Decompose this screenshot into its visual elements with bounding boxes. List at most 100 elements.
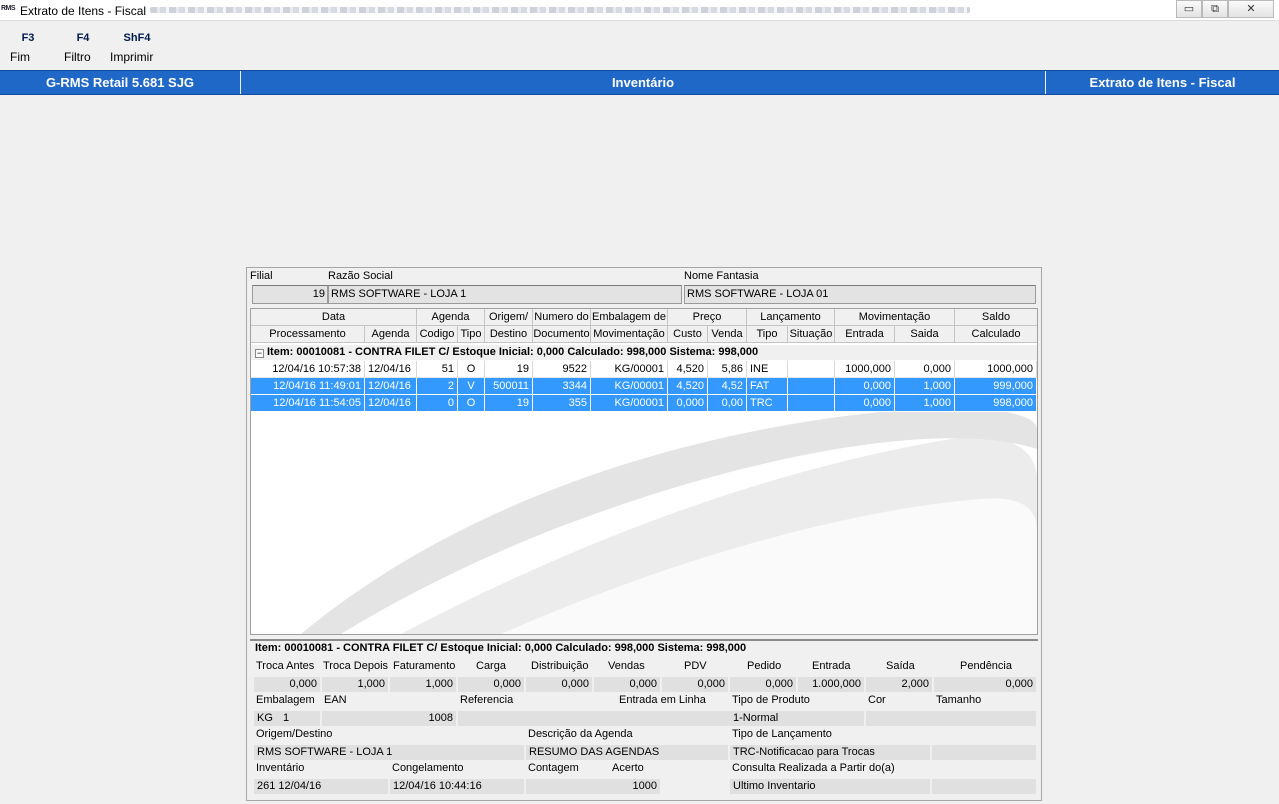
tipo-lancamento-value: TRC-Notificacao para Trocas [730, 745, 930, 760]
col-tipo[interactable]: Tipo [458, 326, 485, 343]
col-venda[interactable]: Venda [708, 326, 747, 343]
filtro-button[interactable]: F4 Filtro [64, 32, 102, 64]
faturamento-label: Faturamento [393, 660, 456, 672]
razao-social-field[interactable]: RMS SOFTWARE - LOJA 1 [328, 285, 682, 304]
col-processamento[interactable]: Processamento [251, 326, 365, 343]
filial-field[interactable]: 19 [252, 285, 328, 304]
filtro-key: F4 [76, 32, 90, 44]
pdv-label: PDV [684, 660, 707, 672]
col-calculado[interactable]: Calculado [955, 326, 1037, 343]
cell-lanc-tipo: TRC [747, 395, 788, 412]
cell-tipo: O [458, 361, 485, 378]
pendencia-label: Pendência [960, 660, 1012, 672]
grid-header-top: Data Agenda Origem/ Numero do Embalagem … [251, 309, 1037, 326]
cell-situacao [788, 361, 835, 378]
cell-processamento: 12/04/16 11:49:01 [251, 378, 365, 395]
ean-label: EAN [324, 694, 347, 706]
col-lanc-tipo[interactable]: Tipo [747, 326, 788, 343]
cell-venda: 0,00 [708, 395, 747, 412]
table-row-selected[interactable]: 12/04/16 11:54:05 12/04/16 0 O 19 355 KG… [251, 395, 1037, 412]
cell-agenda: 12/04/16 [365, 361, 417, 378]
cell-saida: 1,000 [895, 378, 955, 395]
congelamento-label: Congelamento [392, 762, 464, 774]
cell-custo: 0,000 [668, 395, 708, 412]
cell-entrada: 0,000 [835, 378, 895, 395]
cell-tipo: V [458, 378, 485, 395]
col-group-saldo: Saldo [981, 311, 1011, 323]
table-row[interactable]: 12/04/16 10:57:38 12/04/16 51 O 19 9522 … [251, 361, 1037, 378]
origem-destino-value: RMS SOFTWARE - LOJA 1 [254, 745, 524, 760]
col-destino[interactable]: Destino [485, 326, 533, 343]
cell-lanc-tipo: INE [747, 361, 788, 378]
pedido-value: 0,000 [730, 677, 796, 692]
cell-documento: 9522 [533, 361, 591, 378]
cor-label: Cor [868, 694, 886, 706]
carga-label: Carga [476, 660, 506, 672]
cell-codigo: 2 [417, 378, 458, 395]
col-documento[interactable]: Documento [533, 326, 591, 343]
col-codigo[interactable]: Codigo [417, 326, 458, 343]
col-situacao[interactable]: Situação [788, 326, 835, 343]
table-row-selected[interactable]: 12/04/16 11:49:01 12/04/16 2 V 500011 33… [251, 378, 1037, 395]
cell-documento: 355 [533, 395, 591, 412]
fim-label: Fim [10, 50, 30, 64]
saida-label: Saída [886, 660, 915, 672]
entrada-value: 1.000,000 [798, 677, 864, 692]
ean-value: 1008 [322, 711, 456, 726]
cell-destino: 19 [485, 361, 533, 378]
restore-button[interactable]: ⧉ [1202, 0, 1228, 18]
nome-fantasia-field[interactable]: RMS SOFTWARE - LOJA 01 [684, 285, 1036, 304]
descricao-agenda-label: Descrição da Agenda [528, 728, 633, 740]
carga-value: 0,000 [458, 677, 524, 692]
imprimir-label: Imprimir [110, 50, 154, 64]
item-group-label: Item: 00010081 - CONTRA FILET C/ Estoque… [267, 346, 759, 358]
header-bar: G-RMS Retail 5.681 SJG Inventário Extrat… [0, 70, 1279, 95]
summary-title: Item: 00010081 - CONTRA FILET C/ Estoque… [255, 642, 747, 654]
cell-destino: 19 [485, 395, 533, 412]
cell-embalagem: KG/00001 [591, 378, 668, 395]
embalagem-label: Embalagem [256, 694, 315, 706]
imprimir-button[interactable]: ShF4 Imprimir [110, 32, 164, 64]
col-saida[interactable]: Saida [895, 326, 955, 343]
tipo-lancamento-label: Tipo de Lançamento [732, 728, 832, 740]
troca-antes-value: 0,000 [254, 677, 320, 692]
cell-processamento: 12/04/16 10:57:38 [251, 361, 365, 378]
distribuicao-label: Distribuição [531, 660, 589, 672]
cell-embalagem: KG/00001 [591, 395, 668, 412]
col-custo[interactable]: Custo [668, 326, 708, 343]
referencia-label: Referencia [460, 694, 514, 706]
item-summary: Item: 00010081 - CONTRA FILET C/ Estoque… [250, 639, 1038, 794]
cell-situacao [788, 378, 835, 395]
col-agenda[interactable]: Agenda [365, 326, 417, 343]
col-group-lancamento: Lançamento [747, 309, 835, 326]
pdv-value: 0,000 [662, 677, 728, 692]
col-movimentacao[interactable]: Movimentação [591, 326, 668, 343]
vendas-label: Vendas [608, 660, 645, 672]
contagem-label: Contagem [528, 762, 579, 774]
title-bar: RMS Extrato de Itens - Fiscal ▭ ⧉ ✕ [0, 0, 1279, 21]
cell-agenda: 12/04/16 [365, 378, 417, 395]
saida-value: 2,000 [866, 677, 932, 692]
cell-agenda: 12/04/16 [365, 395, 417, 412]
item-group-row[interactable]: − Item: 00010081 - CONTRA FILET C/ Estoqu… [251, 345, 1037, 360]
collapse-icon[interactable]: − [255, 349, 264, 358]
cell-custo: 4,520 [668, 378, 708, 395]
item-statement-grid[interactable]: Data Agenda Origem/ Numero do Embalagem … [250, 308, 1038, 635]
col-group-agenda: Agenda [417, 309, 485, 326]
faturamento-value: 1,000 [390, 677, 456, 692]
cell-entrada: 1000,000 [835, 361, 895, 378]
blurred-title-info [150, 7, 970, 13]
cell-saida: 0,000 [895, 361, 955, 378]
minimize-button[interactable]: ▭ [1176, 0, 1202, 18]
close-button[interactable]: ✕ [1228, 0, 1274, 18]
cell-documento: 3344 [533, 378, 591, 395]
cell-situacao [788, 395, 835, 412]
cell-calculado: 999,000 [955, 378, 1037, 395]
filtro-label: Filtro [64, 50, 91, 64]
col-entrada[interactable]: Entrada [835, 326, 895, 343]
razao-social-label: Razão Social [328, 270, 393, 282]
cell-embalagem: KG/00001 [591, 361, 668, 378]
fim-button[interactable]: F3 Fim [10, 32, 46, 64]
main-panel: Filial Razão Social Nome Fantasia 19 RMS… [246, 267, 1042, 801]
cell-entrada: 0,000 [835, 395, 895, 412]
